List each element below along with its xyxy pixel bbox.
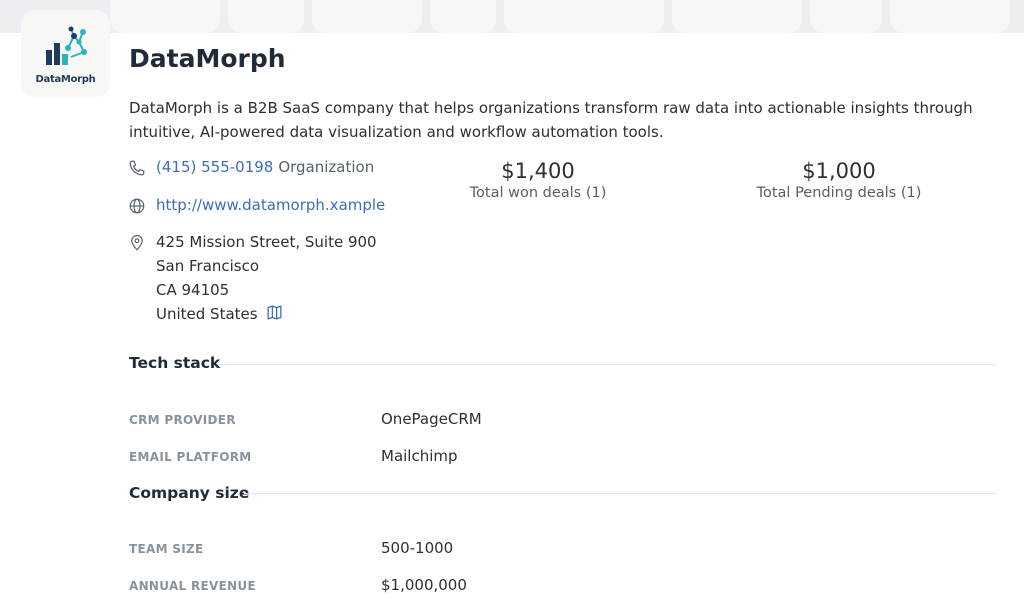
tab-placeholder	[672, 0, 802, 33]
address-state-zip: CA 94105	[156, 281, 230, 299]
phone-type: Organization	[278, 158, 375, 176]
email-platform-value: Mailchimp	[381, 447, 458, 465]
logo-wordmark: DataMorph	[35, 74, 96, 85]
tab-placeholder	[810, 0, 882, 33]
tech-stack-title: Tech stack	[129, 354, 221, 372]
company-size-title: Company size	[129, 484, 250, 502]
website-row: http://www.datamorph.xample	[128, 196, 385, 215]
pending-deals-value: $1,000	[802, 159, 876, 183]
team-size-label: TEAM SIZE	[129, 542, 204, 556]
tab-placeholder	[430, 0, 496, 33]
company-description: DataMorph is a B2B SaaS company that hel…	[129, 99, 973, 141]
won-deals-label: Total won deals (1)	[469, 185, 607, 201]
company-size-divider	[244, 493, 996, 494]
top-tab-strip	[0, 0, 1024, 33]
email-platform-label: EMAIL PLATFORM	[129, 450, 252, 464]
address-city: San Francisco	[156, 257, 260, 275]
phone-icon	[129, 160, 145, 176]
map-icon[interactable]	[266, 304, 283, 321]
tab-placeholder	[312, 0, 422, 33]
tech-stack-divider	[217, 364, 996, 365]
tab-placeholder	[228, 0, 304, 33]
phone-link[interactable]: (415) 555-0198	[156, 158, 273, 176]
address-country-line: United States	[156, 302, 377, 326]
globe-icon	[129, 198, 145, 214]
pending-deals-label: Total Pending deals (1)	[756, 185, 922, 201]
phone-row: (415) 555-0198 Organization	[128, 158, 374, 177]
tab-placeholder	[110, 0, 220, 33]
team-size-value: 500-1000	[381, 539, 454, 557]
won-deals-value: $1,400	[501, 159, 575, 183]
company-name: DataMorph	[129, 44, 286, 73]
address-street: 425 Mission Street, Suite 900	[156, 233, 377, 251]
annual-revenue-label: ANNUAL REVENUE	[129, 579, 256, 593]
crm-provider-label: CRM PROVIDER	[129, 413, 236, 427]
address-row: 425 Mission Street, Suite 900 San Franci…	[128, 230, 377, 326]
address-block: 425 Mission Street, Suite 900 San Franci…	[156, 230, 377, 326]
crm-provider-value: OnePageCRM	[381, 410, 482, 428]
company-logo: DataMorph	[21, 10, 110, 97]
pending-deals-stat: $1,000 Total Pending deals (1)	[729, 159, 949, 201]
tab-placeholder	[504, 0, 664, 33]
won-deals-stat: $1,400 Total won deals (1)	[438, 159, 638, 201]
website-link[interactable]: http://www.datamorph.xample	[156, 196, 385, 214]
tab-placeholder	[890, 0, 1010, 33]
location-pin-icon	[131, 234, 143, 251]
address-country: United States	[156, 305, 258, 323]
annual-revenue-value: $1,000,000	[381, 576, 467, 594]
